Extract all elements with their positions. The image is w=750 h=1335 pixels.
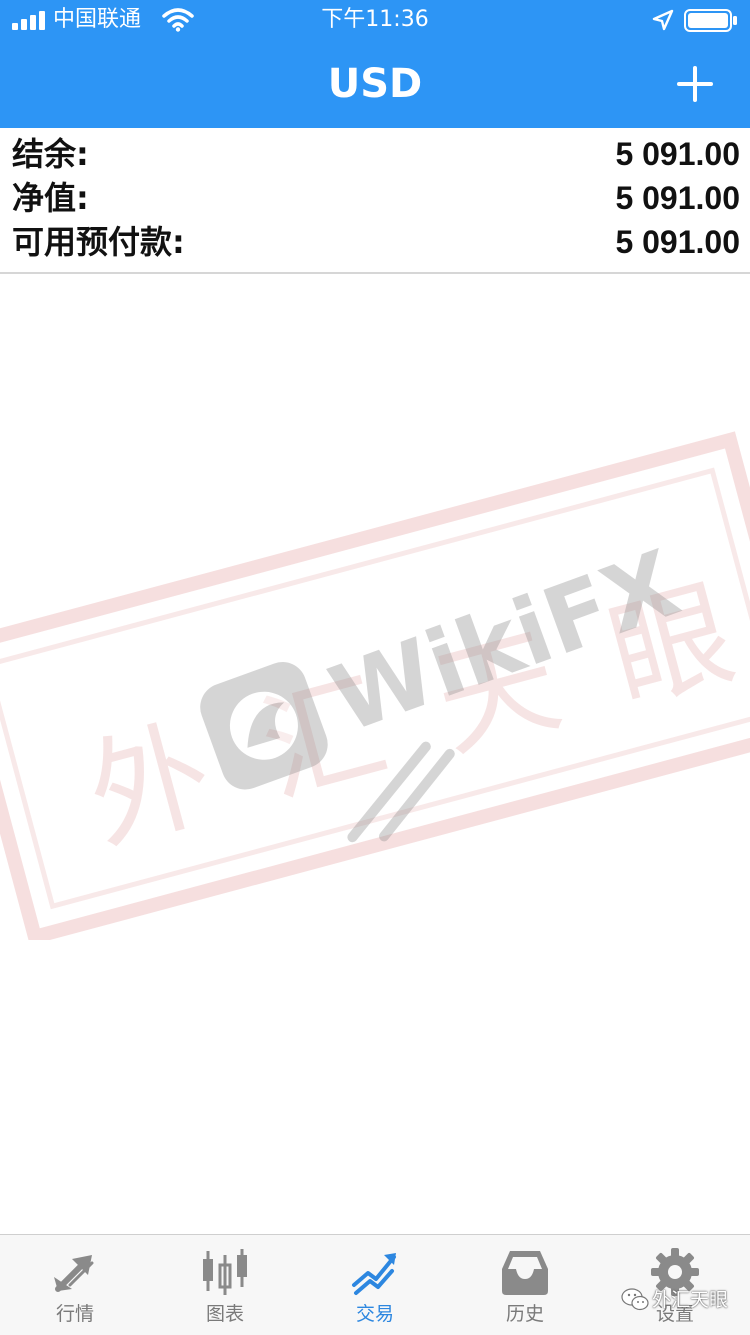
equity-label: 净值: [12, 179, 89, 217]
tab-trade[interactable]: 交易 [300, 1235, 450, 1335]
trade-trend-icon [352, 1253, 396, 1295]
free-margin-row: 可用预付款: 5 091.00 [0, 220, 750, 264]
equity-value: 5 091.00 [615, 180, 740, 216]
tab-charts[interactable]: 图表 [150, 1235, 300, 1335]
battery-icon [684, 9, 737, 32]
wikifx-watermark: 外汇天眼 WikiFX [0, 431, 750, 940]
account-summary: 结余: 5 091.00 净值: 5 091.00 可用预付款: 5 091.0… [0, 128, 750, 274]
status-time: 下午11:36 [321, 7, 429, 32]
location-arrow-icon [652, 9, 674, 31]
wechat-watermark: 外汇天眼 [620, 1284, 745, 1318]
tab-history-label: 历史 [505, 1303, 544, 1325]
equity-row: 净值: 5 091.00 [0, 176, 750, 220]
add-button[interactable] [671, 60, 719, 108]
free-margin-label: 可用预付款: [12, 223, 185, 261]
balance-row: 结余: 5 091.00 [0, 132, 750, 176]
balance-label: 结余: [12, 135, 89, 173]
history-inbox-icon [502, 1251, 548, 1295]
tab-quotes[interactable]: 行情 [0, 1235, 150, 1335]
tab-charts-label: 图表 [205, 1303, 244, 1325]
status-bar: 中国联通 下午11:36 [0, 0, 750, 40]
balance-value: 5 091.00 [615, 136, 740, 172]
tab-trade-label: 交易 [355, 1303, 394, 1325]
wechat-icon [621, 1288, 649, 1311]
wechat-watermark-text: 外汇天眼 [652, 1289, 729, 1311]
page-title: USD [327, 61, 423, 107]
candlestick-chart-icon [203, 1249, 247, 1295]
tab-quotes-label: 行情 [55, 1303, 94, 1325]
quotes-arrows-icon [54, 1255, 94, 1292]
plus-icon-stroke [693, 66, 697, 102]
tab-history[interactable]: 历史 [450, 1235, 600, 1335]
navigation-bar: USD [0, 40, 750, 128]
free-margin-value: 5 091.00 [615, 224, 740, 260]
